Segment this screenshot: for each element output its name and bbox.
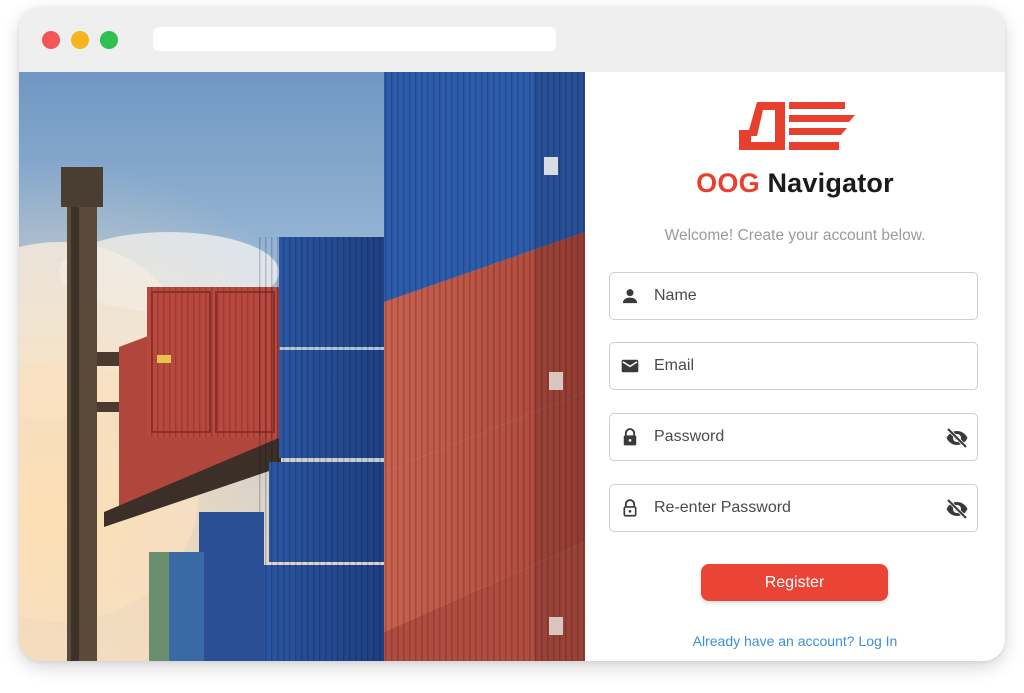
browser-titlebar	[19, 7, 1005, 72]
confirm-password-field[interactable]	[609, 484, 978, 532]
eye-off-icon[interactable]	[945, 426, 969, 450]
brand-name-accent: OOG	[696, 168, 760, 198]
confirm-password-input[interactable]	[654, 495, 924, 521]
browser-window: OOG Navigator Welcome! Create your accou…	[19, 7, 1005, 661]
name-input[interactable]	[654, 283, 924, 309]
signup-panel: OOG Navigator Welcome! Create your accou…	[585, 72, 1005, 661]
photo-icon	[19, 72, 585, 661]
email-field[interactable]	[609, 342, 978, 390]
hero-image	[19, 72, 585, 661]
maximize-window-button[interactable]	[100, 31, 118, 49]
name-field[interactable]	[609, 272, 978, 320]
address-bar[interactable]	[153, 27, 556, 51]
eye-off-icon[interactable]	[945, 497, 969, 521]
password-field[interactable]	[609, 413, 978, 461]
truck-lines-icon	[739, 102, 855, 150]
welcome-subtitle: Welcome! Create your account below.	[664, 227, 926, 244]
lock-icon	[623, 428, 637, 446]
brand-name: OOG Navigator	[585, 168, 1005, 199]
close-window-button[interactable]	[42, 31, 60, 49]
brand-name-rest: Navigator	[759, 168, 894, 198]
login-link[interactable]: Already have an account? Log In	[585, 633, 1005, 649]
register-button[interactable]: Register	[701, 564, 888, 601]
lock-outline-icon	[623, 499, 637, 517]
person-icon	[622, 289, 638, 304]
email-input[interactable]	[654, 353, 924, 379]
minimize-window-button[interactable]	[71, 31, 89, 49]
mail-icon	[621, 359, 639, 373]
password-input[interactable]	[654, 424, 924, 450]
